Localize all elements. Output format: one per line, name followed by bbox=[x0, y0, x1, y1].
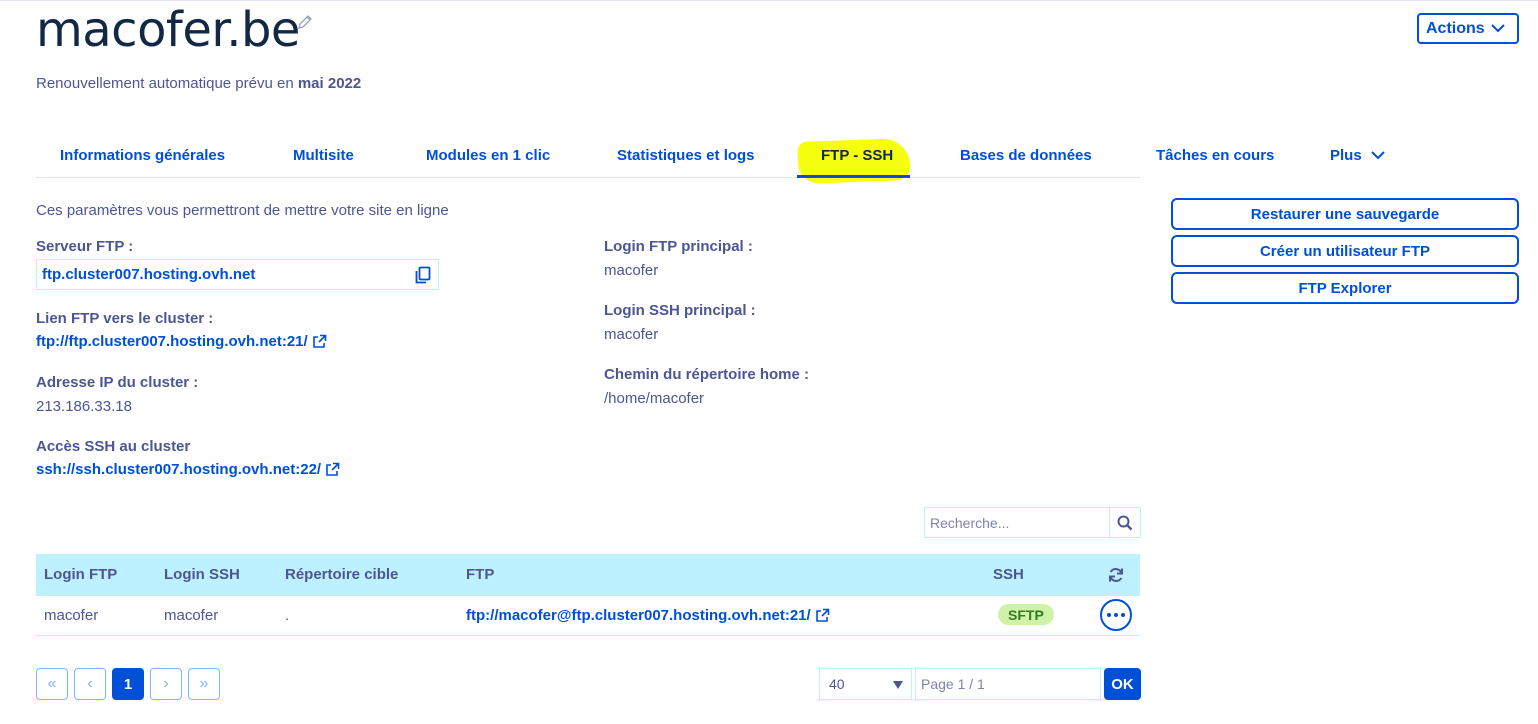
ip-label: Adresse IP du cluster : bbox=[36, 374, 199, 391]
ftp-link-label: Lien FTP vers le cluster : bbox=[36, 310, 214, 327]
table-header: Login FTP Login SSH Répertoire cible FTP… bbox=[36, 554, 1140, 596]
cell-ftp-link[interactable]: ftp://macofer@ftp.cluster007.hosting.ovh… bbox=[466, 607, 830, 624]
col-ftp[interactable]: FTP bbox=[466, 566, 494, 583]
intro-text: Ces paramètres vous permettront de mettr… bbox=[36, 202, 449, 219]
login-ftp-label: Login FTP principal : bbox=[604, 238, 753, 255]
active-tab-indicator bbox=[797, 175, 910, 178]
tab-bases-de-donnees[interactable]: Bases de données bbox=[960, 147, 1092, 164]
page-size-select[interactable]: 40 bbox=[819, 668, 912, 700]
renewal-info: Renouvellement automatique prévu en mai … bbox=[36, 75, 361, 92]
tab-bar: Informations générales Multisite Modules… bbox=[36, 140, 1362, 178]
ftp-server-field[interactable]: ftp.cluster007.hosting.ovh.net bbox=[36, 259, 439, 290]
create-ftp-user-button[interactable]: Créer un utilisateur FTP bbox=[1171, 235, 1519, 267]
renewal-date: mai 2022 bbox=[297, 75, 362, 92]
copy-icon[interactable] bbox=[414, 266, 432, 284]
cell-target-dir: . bbox=[285, 607, 290, 624]
tab-informations-generales[interactable]: Informations générales bbox=[60, 147, 225, 164]
search-box bbox=[924, 507, 1141, 538]
next-page-button[interactable]: › bbox=[150, 668, 182, 700]
ssh-access-label: Accès SSH au cluster bbox=[36, 438, 191, 455]
search-button[interactable] bbox=[1109, 508, 1140, 537]
home-dir-value: /home/macofer bbox=[604, 390, 705, 407]
actions-button-label: Actions bbox=[1426, 19, 1485, 37]
tab-ftp-ssh[interactable]: FTP - SSH bbox=[821, 147, 893, 164]
ssh-link[interactable]: ssh://ssh.cluster007.hosting.ovh.net:22/ bbox=[36, 461, 340, 478]
ip-value: 213.186.33.18 bbox=[36, 398, 132, 415]
prev-page-button[interactable]: ‹ bbox=[74, 668, 106, 700]
chevron-down-icon bbox=[1491, 24, 1505, 33]
home-dir-label: Chemin du répertoire home : bbox=[604, 366, 810, 383]
go-to-page-button[interactable]: OK bbox=[1104, 668, 1141, 700]
restore-backup-button[interactable]: Restaurer une sauvegarde bbox=[1171, 198, 1519, 230]
page-size-value: 40 bbox=[829, 676, 845, 692]
cell-login-ftp: macofer bbox=[44, 607, 99, 624]
ftp-link[interactable]: ftp://ftp.cluster007.hosting.ovh.net:21/ bbox=[36, 333, 327, 350]
ssh-link-text: ssh://ssh.cluster007.hosting.ovh.net:22/ bbox=[36, 461, 322, 478]
col-target-dir[interactable]: Répertoire cible bbox=[285, 566, 398, 583]
actions-button[interactable]: Actions bbox=[1417, 13, 1519, 44]
chevron-down-icon[interactable] bbox=[1370, 149, 1386, 161]
cell-ftp-link-text: ftp://macofer@ftp.cluster007.hosting.ovh… bbox=[466, 607, 811, 624]
tab-modules[interactable]: Modules en 1 clic bbox=[426, 147, 550, 164]
cell-login-ssh: macofer bbox=[164, 607, 219, 624]
first-page-button[interactable]: « bbox=[36, 668, 68, 700]
last-page-button[interactable]: » bbox=[188, 668, 220, 700]
search-input[interactable] bbox=[925, 508, 1109, 537]
tab-plus[interactable]: Plus bbox=[1330, 147, 1362, 164]
row-more-button[interactable] bbox=[1100, 599, 1132, 631]
tab-multisite[interactable]: Multisite bbox=[293, 147, 354, 164]
more-icon bbox=[1107, 613, 1111, 617]
page-number-input[interactable] bbox=[915, 668, 1101, 700]
ftp-link-text: ftp://ftp.cluster007.hosting.ovh.net:21/ bbox=[36, 333, 308, 350]
login-ftp-value: macofer bbox=[604, 262, 659, 279]
ssh-status-badge: SFTP bbox=[998, 604, 1054, 625]
ftp-server-value: ftp.cluster007.hosting.ovh.net bbox=[42, 266, 256, 283]
external-link-icon bbox=[815, 608, 829, 622]
login-ssh-value: macofer bbox=[604, 326, 659, 343]
col-ssh[interactable]: SSH bbox=[993, 566, 1024, 583]
col-login-ssh[interactable]: Login SSH bbox=[164, 566, 240, 583]
current-page-button[interactable]: 1 bbox=[112, 668, 144, 700]
ftp-explorer-button[interactable]: FTP Explorer bbox=[1171, 272, 1519, 304]
refresh-icon[interactable] bbox=[1108, 567, 1124, 583]
renewal-prefix: Renouvellement automatique prévu en bbox=[36, 75, 294, 92]
edit-icon[interactable] bbox=[296, 13, 314, 31]
tab-statistiques[interactable]: Statistiques et logs bbox=[617, 147, 755, 164]
page-title: macofer.be bbox=[36, 2, 300, 58]
search-icon bbox=[1117, 515, 1133, 530]
caret-down-icon bbox=[893, 681, 903, 689]
top-divider bbox=[0, 0, 1538, 1]
tab-taches[interactable]: Tâches en cours bbox=[1156, 147, 1274, 164]
table-row: macofer macofer . ftp://macofer@ftp.clus… bbox=[36, 596, 1140, 636]
ftp-server-label: Serveur FTP : bbox=[36, 238, 134, 255]
external-link-icon bbox=[326, 462, 340, 476]
login-ssh-label: Login SSH principal : bbox=[604, 302, 756, 319]
external-link-icon bbox=[312, 334, 327, 348]
col-login-ftp[interactable]: Login FTP bbox=[44, 566, 117, 583]
